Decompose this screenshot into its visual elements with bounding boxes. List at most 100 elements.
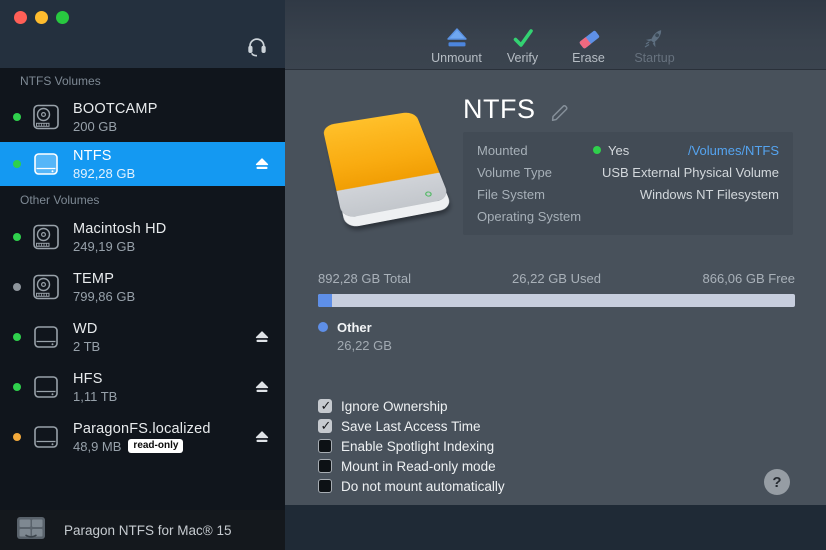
main-panel: Unmount Verify [285,0,826,550]
sidebar: NTFS Volumes BOOTCAMP 200 GB [0,0,285,550]
external-drive-icon [32,323,60,351]
toolbar-button-label: Unmount [431,51,482,65]
eject-icon[interactable] [255,331,269,344]
eject-icon [444,26,470,50]
volume-row-macintosh-hd[interactable]: Macintosh HD 249,19 GB [0,212,285,262]
info-label: File System [477,187,593,202]
usage-legend: Other 26,22 GB [318,319,392,355]
status-dot [13,283,21,291]
legend-name: Other [337,320,372,335]
volume-size: 1,11 TB [73,389,117,404]
internal-hdd-icon [32,103,60,131]
window-controls [14,11,69,24]
option-label: Do not mount automatically [341,479,505,494]
volume-name: HFS [73,371,117,387]
volume-row-temp[interactable]: TEMP 799,86 GB [0,262,285,312]
help-button[interactable]: ? [764,469,790,495]
info-value: USB External Physical Volume [602,165,779,180]
option-ignore-ownership[interactable]: Ignore Ownership [318,398,505,414]
status-dot [13,433,21,441]
main-footer [285,505,826,550]
status-dot [13,333,21,341]
option-mount-read-only[interactable]: Mount in Read-only mode [318,458,505,474]
eject-icon[interactable] [255,158,269,171]
read-only-badge: read-only [128,439,183,453]
section-label-other-volumes: Other Volumes [0,186,285,212]
volume-name: Macintosh HD [73,221,166,237]
external-drive-icon [32,423,60,451]
checkbox[interactable] [318,419,332,433]
page-title: NTFS [463,94,536,125]
close-window-button[interactable] [14,11,27,24]
info-label: Mounted [477,143,593,158]
zoom-window-button[interactable] [56,11,69,24]
erase-button[interactable]: Erase [563,26,615,65]
legend-size: 26,22 GB [337,338,392,353]
mount-point-link[interactable]: /Volumes/NTFS [688,143,779,158]
volume-size: 799,86 GB [73,289,135,304]
option-label: Save Last Access Time [341,419,481,434]
volume-size: 48,9 MB [73,439,121,454]
drive-stack-icon [16,516,46,545]
checkbox[interactable] [318,439,332,453]
option-enable-spotlight-indexing[interactable]: Enable Spotlight Indexing [318,438,505,454]
support-headset-icon[interactable] [245,33,269,57]
info-row-volume-type: Volume Type USB External Physical Volume [477,161,779,183]
eject-icon[interactable] [255,431,269,444]
sidebar-footer: Paragon NTFS for Mac® 15 [0,510,285,550]
startup-button[interactable]: Startup [629,26,681,65]
info-value: Windows NT Filesystem [640,187,779,202]
eject-icon[interactable] [255,381,269,394]
mount-options: Ignore Ownership Save Last Access Time E… [318,398,505,494]
usage-free: 866,06 GB Free [636,271,795,286]
usage-bar [318,294,795,307]
status-dot [13,233,21,241]
orange-drive-icon [322,111,450,219]
info-row-mounted: Mounted Yes /Volumes/NTFS [477,139,779,161]
mounted-status: Yes [608,143,629,158]
usage-bar-used-segment [318,294,332,307]
usage-labels: 892,28 GB Total 26,22 GB Used 866,06 GB … [318,271,795,286]
edit-pencil-icon[interactable] [549,101,571,123]
toolbar-button-label: Verify [507,51,538,65]
checkbox[interactable] [318,399,332,413]
option-label: Ignore Ownership [341,399,448,414]
volume-size: 892,28 GB [73,166,135,181]
volume-row-paragonfs[interactable]: ParagonFS.localized 48,9 MB read-only [0,412,285,462]
volume-row-wd[interactable]: WD 2 TB [0,312,285,362]
volume-name: ParagonFS.localized [73,421,211,437]
info-label: Volume Type [477,165,593,180]
checkbox[interactable] [318,459,332,473]
legend-dot [318,322,328,332]
option-do-not-mount-automatically[interactable]: Do not mount automatically [318,478,505,494]
toolbar-button-label: Startup [634,51,674,65]
volume-name: WD [73,321,100,337]
status-dot [13,113,21,121]
info-row-operating-system: Operating System [477,205,779,227]
sidebar-header [0,0,285,68]
rocket-icon [642,26,668,50]
internal-hdd-icon [32,273,60,301]
volume-row-hfs[interactable]: HFS 1,11 TB [0,362,285,412]
minimize-window-button[interactable] [35,11,48,24]
section-label-ntfs-volumes: NTFS Volumes [0,68,285,92]
unmount-button[interactable]: Unmount [431,26,483,65]
app-name-label: Paragon NTFS for Mac® 15 [64,523,232,538]
volume-name: TEMP [73,271,135,287]
external-drive-icon [32,150,60,178]
volume-name: NTFS [73,148,135,164]
volume-size: 2 TB [73,339,100,354]
volume-title-row: NTFS [463,94,571,125]
verify-button[interactable]: Verify [497,26,549,65]
volume-row-bootcamp[interactable]: BOOTCAMP 200 GB [0,92,285,142]
checkbox[interactable] [318,479,332,493]
volume-name: BOOTCAMP [73,101,158,117]
option-save-last-access-time[interactable]: Save Last Access Time [318,418,505,434]
option-label: Enable Spotlight Indexing [341,439,494,454]
internal-hdd-icon [32,223,60,251]
mounted-status-dot [593,146,601,154]
option-label: Mount in Read-only mode [341,459,496,474]
info-row-file-system: File System Windows NT Filesystem [477,183,779,205]
volume-row-ntfs[interactable]: NTFS 892,28 GB [0,142,285,186]
checkmark-icon [510,26,536,50]
